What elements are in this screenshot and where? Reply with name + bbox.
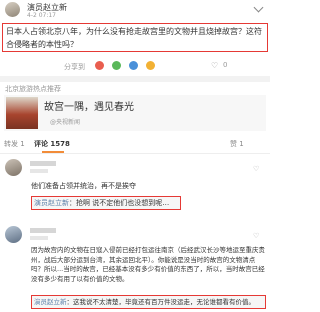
reply-author[interactable]: 演员赵立新 [34,298,67,306]
like-count: 0 [223,61,228,69]
like-button[interactable]: ♡ 0 [211,60,251,72]
commenter-name-blur [30,161,56,166]
author-reply: 演员赵立新：抢啊 说不定他们也没想到呢… [31,196,181,210]
share-icons[interactable] [95,60,175,72]
qq-share-icon[interactable] [129,61,138,70]
recommend-label: 北京旅游热点推荐 [5,85,61,93]
commenter-time-blur [30,236,48,240]
comment-like-icon[interactable]: ♡ [253,232,259,240]
comment-text: 因为故宫内的文物在日寇入侵前已经打包运往南京（后经武汉长沙等地运至重庆贵州，战后… [31,246,265,283]
commenter-time-blur [30,169,48,173]
tabs-bar: 转发 1 评论 1578 赞 1 [0,134,270,154]
weibo-share-icon[interactable] [95,61,104,70]
tab-active-indicator [42,151,64,153]
reply-author[interactable]: 演员赵立新 [34,199,69,207]
post-body: 日本人占领北京八年，为什么没有抢走故宫里的文物并且烧掉故宫？这符合侵略者的本性吗… [2,23,268,52]
moments-share-icon[interactable] [146,61,155,70]
section-divider [0,76,270,82]
chevron-down-icon[interactable] [253,2,264,13]
thumbs-up-icon: ♡ [211,61,219,70]
tab-forward[interactable]: 转发 1 [4,139,25,149]
tab-like[interactable]: 赞 1 [230,139,244,149]
author-avatar[interactable] [5,2,20,17]
post-time: 4-2 07:17 [27,12,56,19]
comment-text: 他们准备占领并统治，再不是挨夺 [31,182,136,190]
tab-comment[interactable]: 评论 1578 [34,139,70,149]
commenter-name-blur [30,228,56,233]
reply-text: ：抢啊 说不定他们也没想到呢… [69,199,170,207]
author-reply: 演员赵立新：这我说不太清楚，毕竟还有百万件没运走，无论谁都看有价值。 [31,295,266,309]
card-source: @央视新闻 [50,119,81,126]
wechat-share-icon[interactable] [112,61,121,70]
commenter-avatar[interactable] [5,159,22,176]
recommend-card[interactable]: 故宫一隅，遇见春光 @央视新闻 [4,95,266,131]
comment-like-icon[interactable]: ♡ [253,165,259,173]
card-thumbnail [6,97,38,129]
share-label: 分享到 [64,63,85,71]
commenter-avatar[interactable] [5,226,22,243]
reply-text: ：这我说不太清楚，毕竟还有百万件没运走，无论谁都看有价值。 [66,298,256,306]
card-title: 故宫一隅，遇见春光 [44,102,134,113]
